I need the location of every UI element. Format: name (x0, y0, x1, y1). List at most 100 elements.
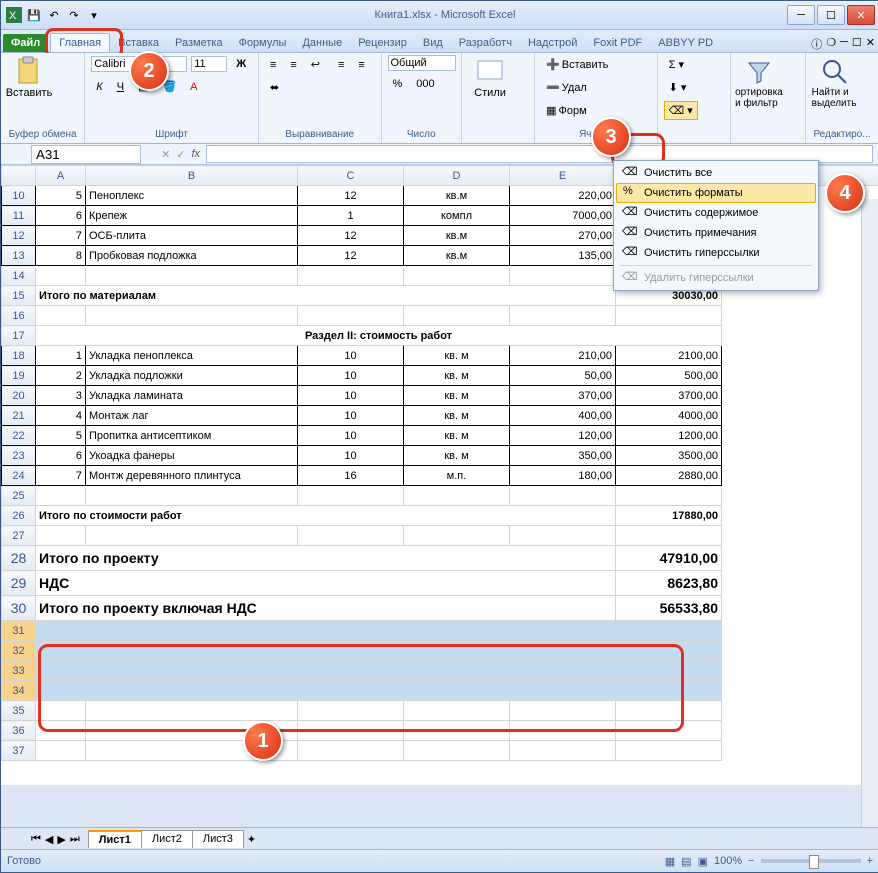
clear-menu-item[interactable]: %Очистить форматы (616, 183, 816, 203)
cell[interactable]: 8623,80 (616, 571, 722, 596)
cell[interactable] (36, 526, 86, 546)
save-icon[interactable]: 💾 (25, 6, 43, 24)
align-top-icon[interactable]: ≡ (265, 56, 281, 74)
cell[interactable] (36, 721, 86, 741)
cell[interactable]: м.п. (404, 466, 510, 486)
row-header[interactable]: 35 (2, 701, 36, 721)
cell[interactable] (298, 661, 404, 681)
cell[interactable] (36, 621, 86, 641)
cell[interactable] (510, 641, 616, 661)
zoom-level[interactable]: 100% (714, 855, 742, 867)
cell[interactable]: кв. м (404, 346, 510, 366)
cell[interactable]: НДС (36, 571, 616, 596)
wrap-icon[interactable]: ↩ (306, 55, 325, 74)
cell[interactable] (36, 741, 86, 761)
cell[interactable]: 2100,00 (616, 346, 722, 366)
cell[interactable]: 10 (298, 406, 404, 426)
cell[interactable] (298, 621, 404, 641)
tab-Надстрой[interactable]: Надстрой (520, 34, 585, 52)
clear-button[interactable]: ⌫ ▾ (664, 101, 698, 120)
cell[interactable]: Пеноплекс (86, 186, 298, 206)
cell[interactable] (298, 721, 404, 741)
cell[interactable]: 2880,00 (616, 466, 722, 486)
minimize-ribbon-icon[interactable]: ⓘ (811, 36, 822, 52)
cell[interactable] (404, 701, 510, 721)
row-header[interactable]: 10 (2, 186, 36, 206)
cell[interactable] (36, 661, 86, 681)
row-header[interactable]: 12 (2, 226, 36, 246)
cell[interactable] (616, 621, 722, 641)
cell[interactable]: 7000,00 (510, 206, 616, 226)
sheet-tab[interactable]: Лист2 (141, 830, 193, 848)
cell[interactable]: 16 (298, 466, 404, 486)
cell[interactable]: 8 (36, 246, 86, 266)
cell[interactable] (616, 526, 722, 546)
font-size-combo[interactable] (191, 56, 227, 72)
cell[interactable] (36, 701, 86, 721)
new-sheet-icon[interactable]: ✦ (247, 833, 256, 846)
cell[interactable] (86, 661, 298, 681)
bold-button[interactable]: Ж (231, 55, 251, 73)
cell[interactable]: кв. м (404, 426, 510, 446)
align-center-icon[interactable]: ≡ (353, 56, 369, 74)
view-normal-icon[interactable]: ▦ (665, 855, 675, 868)
qat-more-icon[interactable]: ▾ (85, 6, 103, 24)
cell[interactable] (616, 486, 722, 506)
cell[interactable]: 50,00 (510, 366, 616, 386)
cell[interactable]: 10 (298, 346, 404, 366)
cell[interactable] (510, 661, 616, 681)
row-header[interactable]: 31 (2, 621, 36, 641)
cell[interactable]: кв. м (404, 366, 510, 386)
fill-button[interactable]: ⬇ ▾ (664, 78, 692, 97)
cell[interactable]: 6 (36, 446, 86, 466)
cell[interactable]: 12 (298, 246, 404, 266)
row-header[interactable]: 34 (2, 681, 36, 701)
clear-menu-item[interactable]: ⌫Очистить все (616, 163, 816, 183)
cell[interactable]: 180,00 (510, 466, 616, 486)
cell[interactable]: 10 (298, 386, 404, 406)
cell[interactable] (298, 526, 404, 546)
cell[interactable]: 7 (36, 226, 86, 246)
cell[interactable] (298, 741, 404, 761)
cell[interactable]: Крепеж (86, 206, 298, 226)
maximize-button[interactable]: ☐ (817, 5, 845, 25)
cell[interactable]: 220,00 (510, 186, 616, 206)
cell[interactable]: 135,00 (510, 246, 616, 266)
cell[interactable] (404, 526, 510, 546)
cell[interactable]: Пропитка антисептиком (86, 426, 298, 446)
section-header[interactable]: Раздел II: стоимость работ (36, 326, 722, 346)
mdi-restore-icon[interactable]: ☐ (852, 36, 862, 52)
cell[interactable] (86, 266, 298, 286)
cell[interactable]: 500,00 (616, 366, 722, 386)
row-header[interactable]: 26 (2, 506, 36, 526)
fx-enter-icon[interactable]: ✓ (176, 148, 185, 161)
fx-icon[interactable]: fx (191, 148, 200, 160)
cell[interactable] (298, 681, 404, 701)
tab-Foxit PDF[interactable]: Foxit PDF (585, 34, 650, 52)
row-header[interactable]: 11 (2, 206, 36, 226)
cell[interactable]: 3700,00 (616, 386, 722, 406)
col-header-D[interactable]: D (404, 166, 510, 186)
row-header[interactable]: 14 (2, 266, 36, 286)
row-header[interactable]: 21 (2, 406, 36, 426)
cell[interactable] (616, 661, 722, 681)
zoom-in-icon[interactable]: + (867, 855, 873, 867)
italic-button[interactable]: К (91, 78, 107, 96)
cell[interactable] (510, 526, 616, 546)
redo-icon[interactable]: ↷ (65, 6, 83, 24)
cell[interactable]: Монтаж лаг (86, 406, 298, 426)
close-button[interactable]: ✕ (847, 5, 875, 25)
mdi-close-icon[interactable]: ✕ (866, 36, 875, 52)
row-header[interactable]: 17 (2, 326, 36, 346)
tab-home[interactable]: Главная (50, 33, 110, 52)
cell[interactable] (616, 741, 722, 761)
cell[interactable] (404, 681, 510, 701)
undo-icon[interactable]: ↶ (45, 6, 63, 24)
col-header-A[interactable]: A (36, 166, 86, 186)
cell[interactable]: 350,00 (510, 446, 616, 466)
vertical-scrollbar[interactable] (861, 199, 878, 828)
insert-cells-button[interactable]: ➕ Вставить (541, 55, 613, 74)
col-header-B[interactable]: B (86, 166, 298, 186)
minimize-button[interactable]: ─ (787, 5, 815, 25)
row-header[interactable]: 27 (2, 526, 36, 546)
